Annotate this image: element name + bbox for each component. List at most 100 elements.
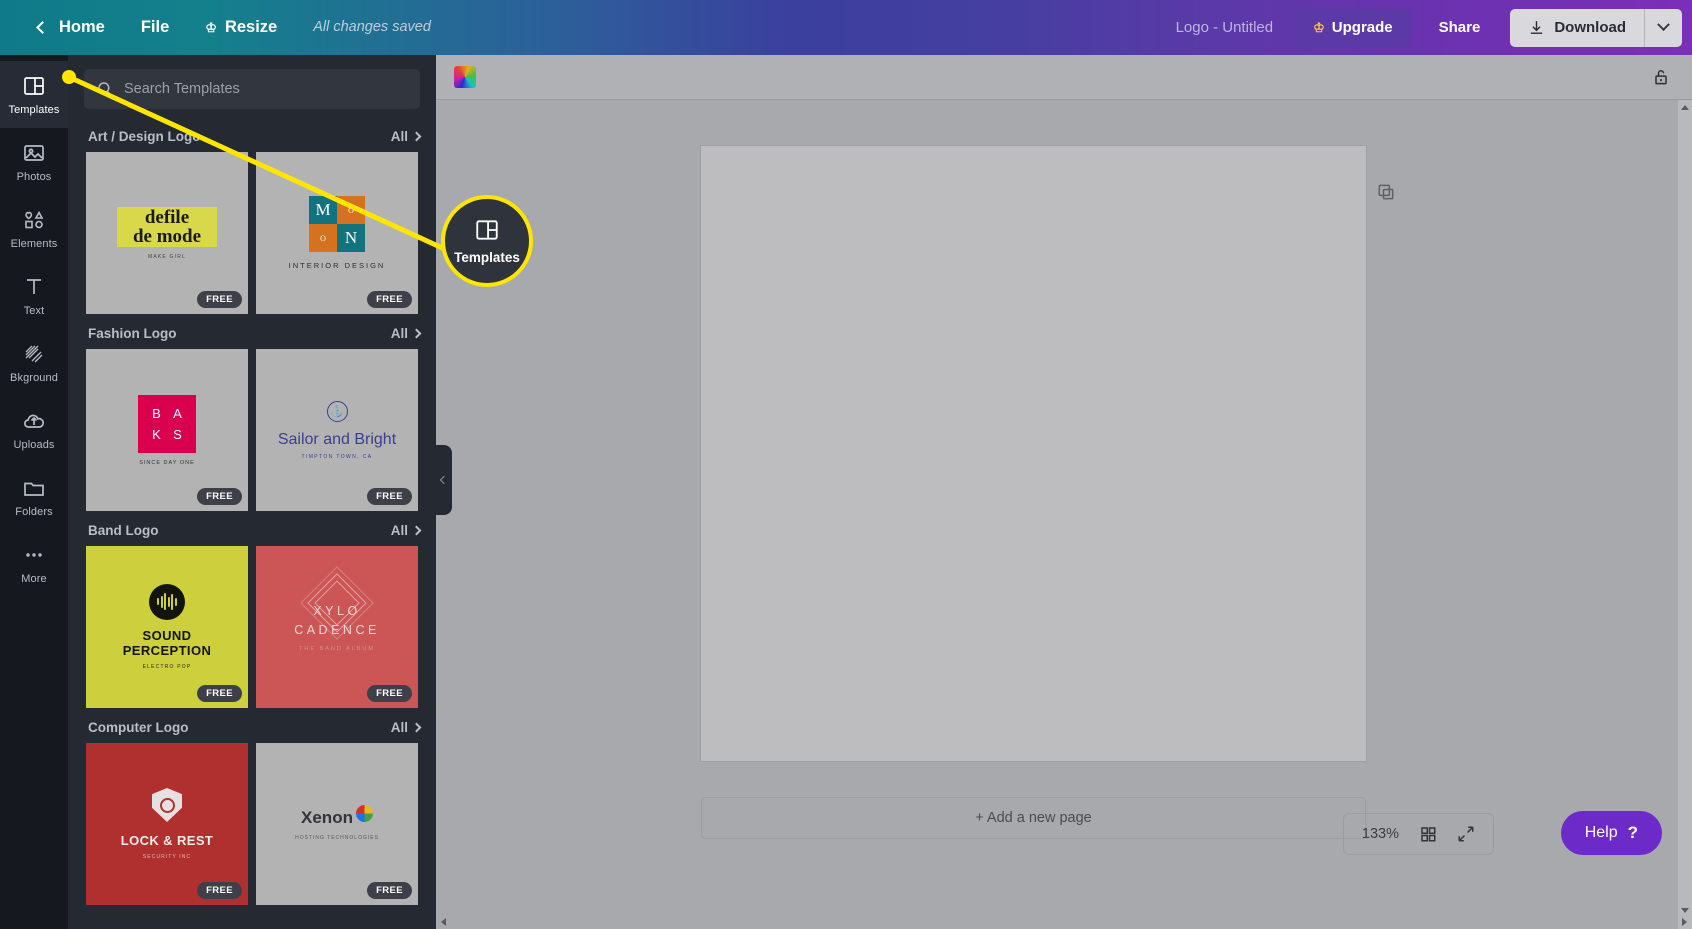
triangle-right-icon[interactable] [1682,918,1687,926]
template-card-moon-interior-design[interactable]: M O O N INTERIOR DESIGN FREE [256,152,418,314]
file-menu-button[interactable]: File [123,0,187,55]
download-arrow-icon [1531,21,1543,34]
free-badge: FREE [197,488,242,505]
panel-collapse-handle[interactable] [436,445,452,515]
zoom-level-label[interactable]: 133% [1362,826,1399,842]
template-sub: INTERIOR DESIGN [288,261,386,270]
sidebar-item-more[interactable]: More [0,530,68,597]
callout-templates-highlight[interactable]: Templates [441,195,533,287]
sidebar-item-bkground[interactable]: Bkground [0,329,68,396]
sidebar-item-folders[interactable]: Folders [0,463,68,530]
color-gradient-swatch-icon[interactable] [454,66,476,88]
template-line2: de mode [132,225,202,247]
sidebar-item-elements[interactable]: Elements [0,195,68,262]
chevron-right-icon [411,525,422,536]
sidebar-item-label: Uploads [13,438,55,451]
template-grid: SOUND PERCEPTION ELECTRO POP FREE XYLO C… [68,546,436,708]
scroll-up-button[interactable] [1678,100,1692,114]
vertical-scrollbar[interactable] [1678,100,1692,929]
chevron-right-icon [411,328,422,339]
template-letter: O [337,196,365,224]
search-input[interactable] [124,81,408,97]
sidebar-item-templates[interactable]: Templates [0,61,68,128]
editor-toolbar [436,55,1692,100]
file-label: File [140,18,170,36]
section-all-link[interactable]: All [390,326,422,341]
search-area [68,55,436,117]
scroll-left-button[interactable] [436,915,450,929]
crown-icon: ♔ [205,20,217,35]
share-button[interactable]: Share [1417,9,1503,47]
grid-view-icon[interactable] [1419,825,1437,843]
section-title: Fashion Logo [88,326,177,341]
shield-check-icon [152,788,182,822]
templates-grid-icon [24,76,44,95]
zoom-controls: 133% [1342,813,1494,855]
sidebar-item-text[interactable]: Text [0,262,68,329]
template-card-xylo-cadence[interactable]: XYLO CADENCE THE BAND ALBUM FREE [256,546,418,708]
download-button[interactable]: Download [1510,8,1644,47]
duplicate-icon[interactable] [1376,182,1396,202]
editor-area: + Add a new page [436,55,1692,929]
template-grid: defile de mode MAKE GIRL FREE M O O N IN… [68,152,436,314]
template-letter: S [173,426,182,442]
download-options-button[interactable] [1644,8,1682,47]
help-label: Help [1584,824,1618,841]
sidebar-item-label: Text [23,304,45,317]
search-box[interactable] [84,69,420,109]
download-group: Download [1510,8,1682,47]
resize-button[interactable]: ♔ Resize [187,0,295,55]
triangle-up-icon [1681,104,1689,110]
template-card-xenon[interactable]: Xenon HOSTING TECHNOLOGIES FREE [256,743,418,905]
section-all-link[interactable]: All [391,129,422,144]
top-toolbar-right: Logo - Untitled ♔ Upgrade Share Download [1154,8,1692,47]
template-letter: A [173,405,182,421]
anchor-icon: ⚓ [326,400,348,422]
template-card-lock-and-rest[interactable]: LOCK & REST SECURITY INC FREE [86,743,248,905]
template-sub: TIMPTON TOWN, CA [301,453,373,460]
section-all-link[interactable]: All [391,523,422,538]
lock-toggle-button[interactable] [1648,64,1674,90]
template-card-sound-perception[interactable]: SOUND PERCEPTION ELECTRO POP FREE [86,546,248,708]
section-header-fashion-logo: Fashion Logo All [68,314,436,349]
all-label: All [390,326,408,341]
expand-arrows-icon[interactable] [1457,825,1475,843]
free-badge: FREE [197,291,242,308]
template-sub: HOSTING TECHNOLOGIES [295,834,379,841]
sidebar-item-uploads[interactable]: Uploads [0,396,68,463]
sidebar-item-label: Photos [16,170,52,183]
sidebar-item-label: Elements [10,237,58,250]
template-card-baks[interactable]: B A K S SINCE DAY ONE FREE [86,349,248,511]
free-badge: FREE [197,882,242,899]
template-line1: defile [144,206,190,228]
template-card-sailor-and-bright[interactable]: ⚓ Sailor and Bright TIMPTON TOWN, CA FRE… [256,349,418,511]
document-title[interactable]: Logo - Untitled [1154,19,1296,36]
left-rail: Templates Photos Elements Text Bkground … [0,55,68,929]
save-status: All changes saved [295,0,449,55]
folder-icon [24,482,44,496]
section-all-link[interactable]: All [390,720,422,735]
template-line2: PERCEPTION [122,643,212,658]
add-new-page-button[interactable]: + Add a new page [701,797,1366,839]
help-button[interactable]: Help ? [1560,811,1662,855]
shapes-icon [25,210,44,228]
crown-icon: ♔ [1313,19,1325,35]
add-page-label: + Add a new page [975,810,1092,826]
chevron-right-icon [411,131,422,142]
template-line1: LOCK & REST [120,833,214,848]
text-t-icon [27,278,41,294]
template-letter: B [152,405,161,421]
design-canvas-page[interactable] [701,146,1366,761]
section-header-computer-logo: Computer Logo All [68,708,436,743]
callout-anchor-dot [62,70,76,84]
template-card-defile-de-mode[interactable]: defile de mode MAKE GIRL FREE [86,152,248,314]
all-label: All [390,720,408,735]
sidebar-item-photos[interactable]: Photos [0,128,68,195]
upgrade-button[interactable]: ♔ Upgrade [1295,8,1411,47]
section-header-band-logo: Band Logo All [68,511,436,546]
home-button[interactable]: Home [18,0,123,55]
soundwave-icon [149,583,185,620]
template-title-highlight: defile de mode [116,206,218,247]
triangle-down-icon[interactable] [1681,908,1689,913]
share-label: Share [1438,19,1481,36]
